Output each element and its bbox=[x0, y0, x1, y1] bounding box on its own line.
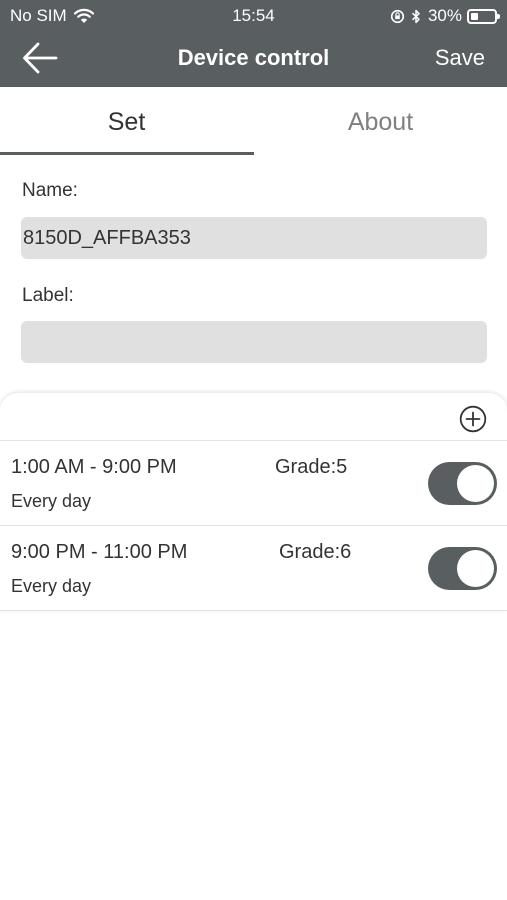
app-header: No SIM 15:54 30% Device control Save bbox=[0, 0, 507, 87]
plus-circle-icon[interactable] bbox=[459, 405, 487, 433]
schedule-card: 1:00 AM - 9:00 PM Grade:5 Every day 9:00… bbox=[0, 393, 507, 611]
tab-about[interactable]: About bbox=[254, 87, 507, 155]
name-input[interactable] bbox=[21, 217, 487, 259]
label-label: Label: bbox=[22, 285, 74, 306]
schedule-grade: Grade:6 bbox=[279, 541, 352, 563]
nav-bar: Device control Save bbox=[0, 30, 507, 87]
schedule-row[interactable]: 1:00 AM - 9:00 PM Grade:5 Every day bbox=[0, 441, 507, 526]
battery-fill bbox=[471, 12, 478, 20]
name-label: Name: bbox=[22, 180, 78, 201]
tab-bar: Set About bbox=[0, 87, 507, 155]
battery-cap bbox=[497, 13, 500, 19]
toggle-knob bbox=[457, 465, 494, 502]
schedule-toggle[interactable] bbox=[428, 547, 497, 590]
schedule-repeat: Every day bbox=[11, 491, 92, 511]
active-tab-indicator bbox=[0, 152, 254, 155]
status-right: 30% bbox=[390, 6, 500, 26]
battery-percent: 30% bbox=[427, 6, 462, 25]
schedule-row[interactable]: 9:00 PM - 11:00 PM Grade:6 Every day bbox=[0, 526, 507, 611]
schedule-repeat: Every day bbox=[11, 576, 92, 596]
schedule-toggle[interactable] bbox=[428, 462, 497, 505]
label-input[interactable] bbox=[21, 321, 487, 363]
tab-set[interactable]: Set bbox=[0, 87, 253, 155]
status-bar: No SIM 15:54 30% bbox=[0, 0, 507, 30]
battery-icon bbox=[467, 8, 500, 24]
rotation-lock-icon bbox=[390, 9, 405, 23]
schedule-time: 9:00 PM - 11:00 PM bbox=[11, 541, 188, 563]
toggle-knob bbox=[457, 550, 494, 587]
schedule-grade: Grade:5 bbox=[275, 456, 348, 478]
save-button[interactable]: Save bbox=[435, 45, 485, 71]
schedule-card-header bbox=[0, 393, 507, 441]
schedule-time: 1:00 AM - 9:00 PM bbox=[11, 456, 177, 478]
bluetooth-icon bbox=[411, 9, 420, 23]
page-title: Device control bbox=[177, 45, 330, 70]
